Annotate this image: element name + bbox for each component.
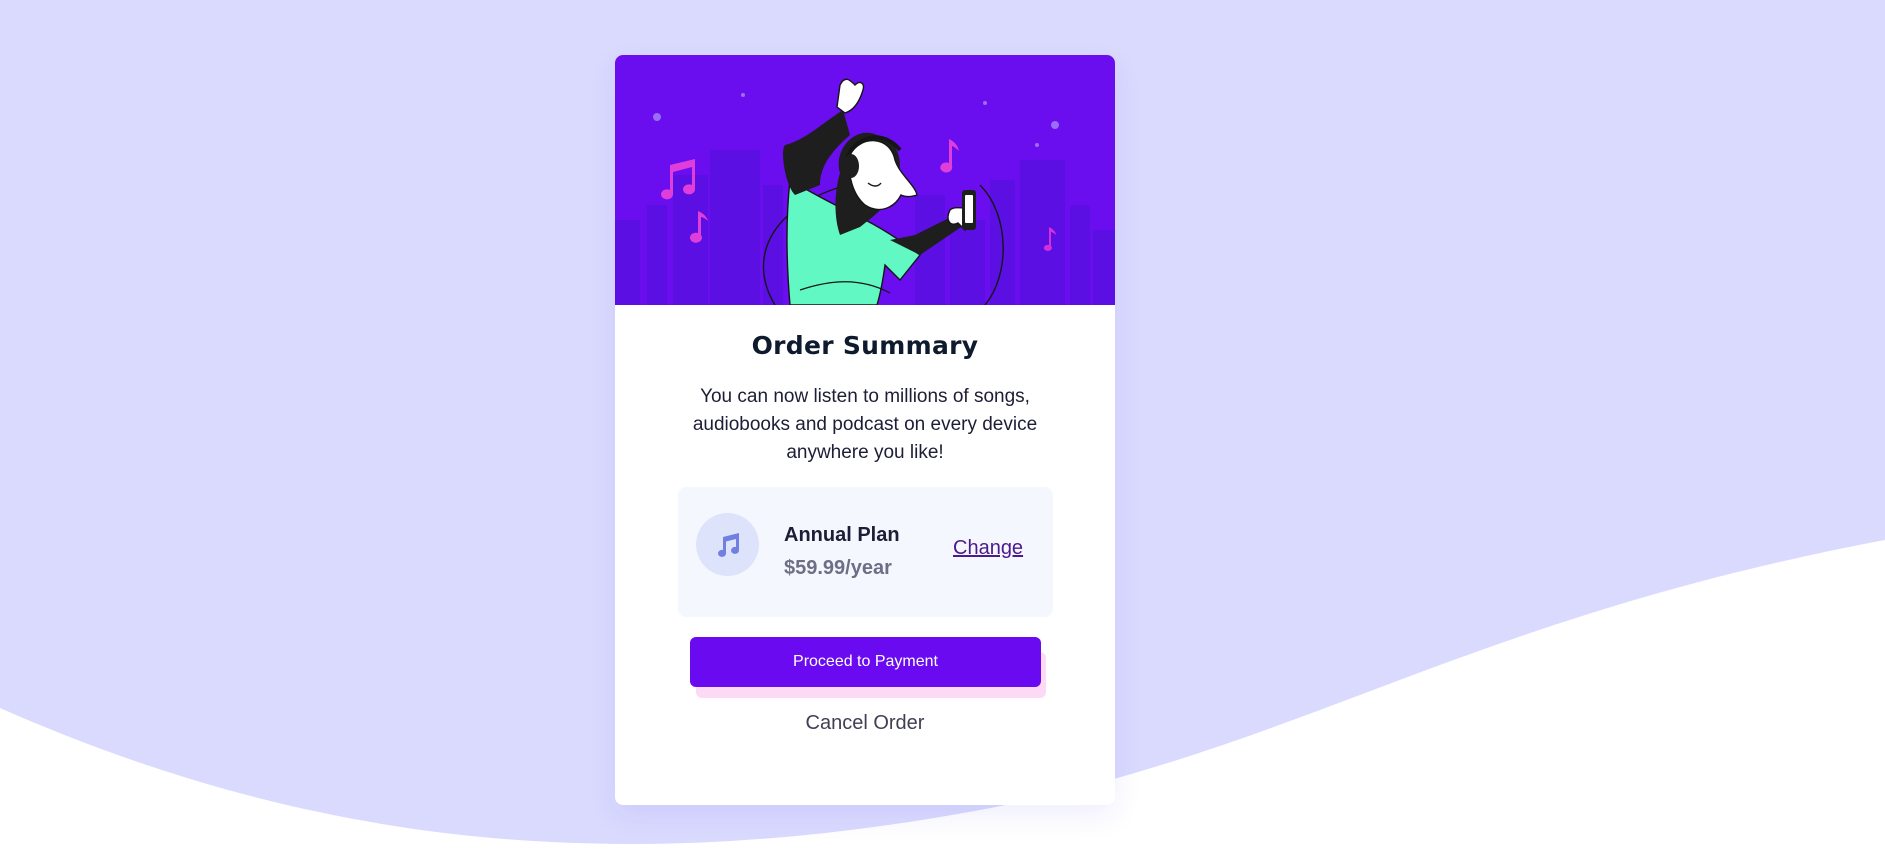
page-title: Order Summary [751, 331, 979, 360]
hero-illustration [615, 55, 1115, 305]
order-summary-card: Order Summary You can now listen to mill… [615, 55, 1115, 805]
order-description: You can now listen to millions of songs,… [692, 386, 1038, 463]
plan-price: $59.99/year [784, 557, 892, 579]
change-plan-link[interactable]: Change [953, 537, 1023, 560]
proceed-to-payment-button[interactable]: Proceed to Payment [690, 637, 1041, 687]
music-note-icon [696, 513, 759, 576]
plan-name: Annual Plan [784, 524, 900, 546]
plan-summary: Annual Plan $59.99/year Change [678, 487, 1053, 617]
cancel-order-button[interactable]: Cancel Order [615, 712, 1115, 735]
